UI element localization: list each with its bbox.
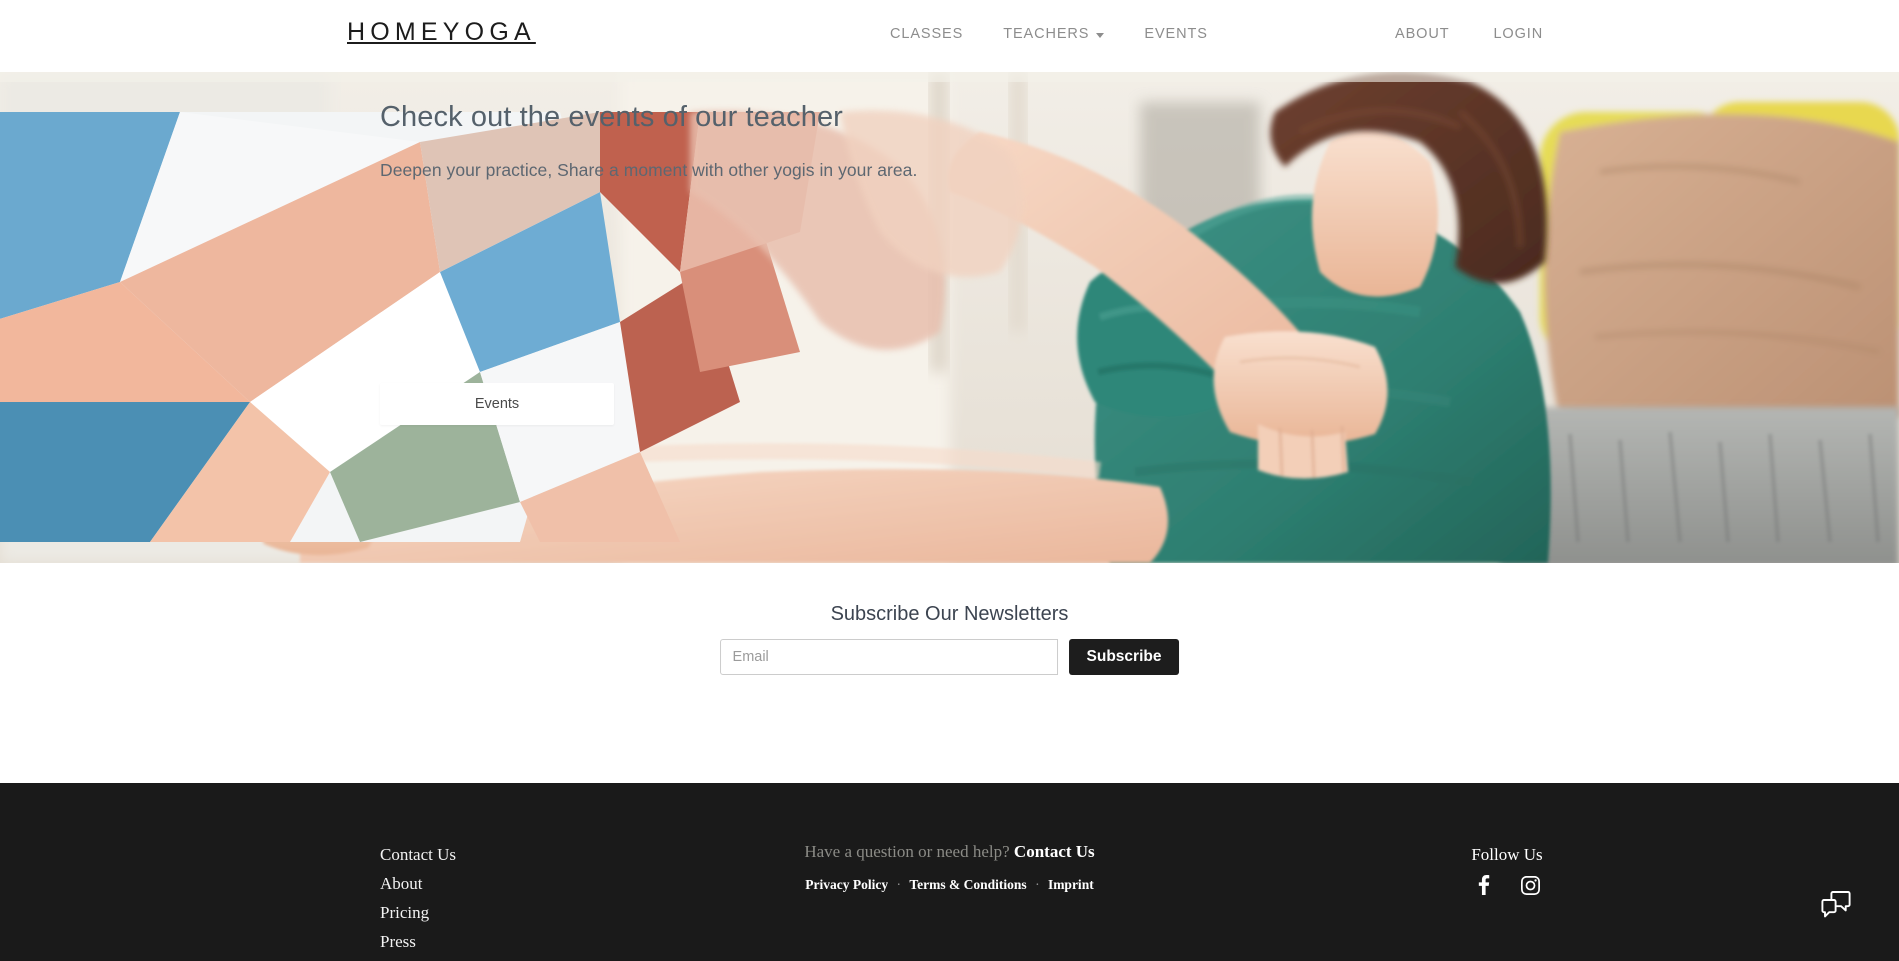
newsletter-form: Subscribe bbox=[719, 639, 1180, 675]
nav-label-classes: CLASSES bbox=[890, 26, 964, 42]
footer-link-pricing[interactable]: Pricing bbox=[380, 900, 456, 925]
chat-bubbles-icon[interactable] bbox=[1819, 888, 1853, 922]
nav-label-login: LOGIN bbox=[1493, 26, 1544, 42]
nav-item-events[interactable]: EVENTS bbox=[1144, 26, 1207, 42]
legal-separator: · bbox=[896, 877, 902, 892]
nav-label-events: EVENTS bbox=[1144, 26, 1208, 42]
primary-navigation: CLASSES TEACHERS EVENTS bbox=[890, 26, 1208, 42]
legal-separator: · bbox=[1035, 877, 1040, 892]
nav-label-about: ABOUT bbox=[1395, 26, 1450, 42]
footer-legal-terms-conditions[interactable]: Terms & Conditions bbox=[909, 877, 1026, 892]
footer-center-block: Have a question or need help? Contact Us… bbox=[640, 842, 1260, 893]
footer-legal-privacy-policy[interactable]: Privacy Policy bbox=[805, 877, 888, 892]
hero-title: Check out the events of our teacher bbox=[380, 101, 843, 133]
footer-link-press[interactable]: Press bbox=[380, 929, 456, 954]
newsletter-email-input[interactable] bbox=[719, 639, 1058, 675]
nav-item-login[interactable]: LOGIN bbox=[1493, 26, 1543, 42]
facebook-icon[interactable] bbox=[1474, 875, 1494, 895]
nav-item-classes[interactable]: CLASSES bbox=[890, 26, 963, 42]
hero-section: Check out the events of our teacher Deep… bbox=[0, 72, 1899, 563]
footer-contact-us-cta[interactable]: Contact Us bbox=[1014, 842, 1095, 861]
nav-label-teachers: TEACHERS bbox=[1003, 26, 1090, 42]
chevron-down-icon bbox=[1096, 33, 1105, 38]
footer-legal-imprint[interactable]: Imprint bbox=[1048, 877, 1094, 892]
social-icon-row bbox=[1452, 875, 1562, 895]
hero-subtitle: Deepen your practice, Share a moment wit… bbox=[380, 159, 918, 180]
footer-link-contact-us[interactable]: Contact Us bbox=[380, 842, 456, 867]
footer-link-column: Contact Us About Pricing Press bbox=[380, 842, 456, 954]
instagram-icon[interactable] bbox=[1520, 875, 1540, 895]
follow-us-title: Follow Us bbox=[1471, 845, 1543, 864]
site-header: HOMEYOGA CLASSES TEACHERS EVENTS ABOUT L… bbox=[0, 0, 1899, 72]
hero-events-button[interactable]: Events bbox=[380, 383, 614, 425]
nav-item-teachers[interactable]: TEACHERS bbox=[1003, 26, 1105, 42]
footer-social-block: Follow Us bbox=[1452, 845, 1562, 895]
nav-item-about[interactable]: ABOUT bbox=[1395, 26, 1449, 42]
site-footer: Contact Us About Pricing Press Have a qu… bbox=[0, 783, 1899, 961]
brand-logo[interactable]: HOMEYOGA bbox=[347, 18, 536, 47]
footer-help-line: Have a question or need help? Contact Us bbox=[640, 842, 1260, 862]
hero-text-block: Check out the events of our teacher Deep… bbox=[380, 100, 1080, 181]
newsletter-subscribe-button[interactable]: Subscribe bbox=[1068, 639, 1180, 675]
footer-help-text: Have a question or need help? bbox=[804, 842, 1010, 861]
newsletter-section: Subscribe Our Newsletters Subscribe bbox=[0, 563, 1899, 783]
footer-link-about[interactable]: About bbox=[380, 871, 456, 896]
footer-legal-line: Privacy Policy · Terms & Conditions · Im… bbox=[640, 877, 1260, 893]
newsletter-title: Subscribe Our Newsletters bbox=[830, 603, 1069, 625]
secondary-navigation: ABOUT LOGIN bbox=[1395, 26, 1543, 42]
